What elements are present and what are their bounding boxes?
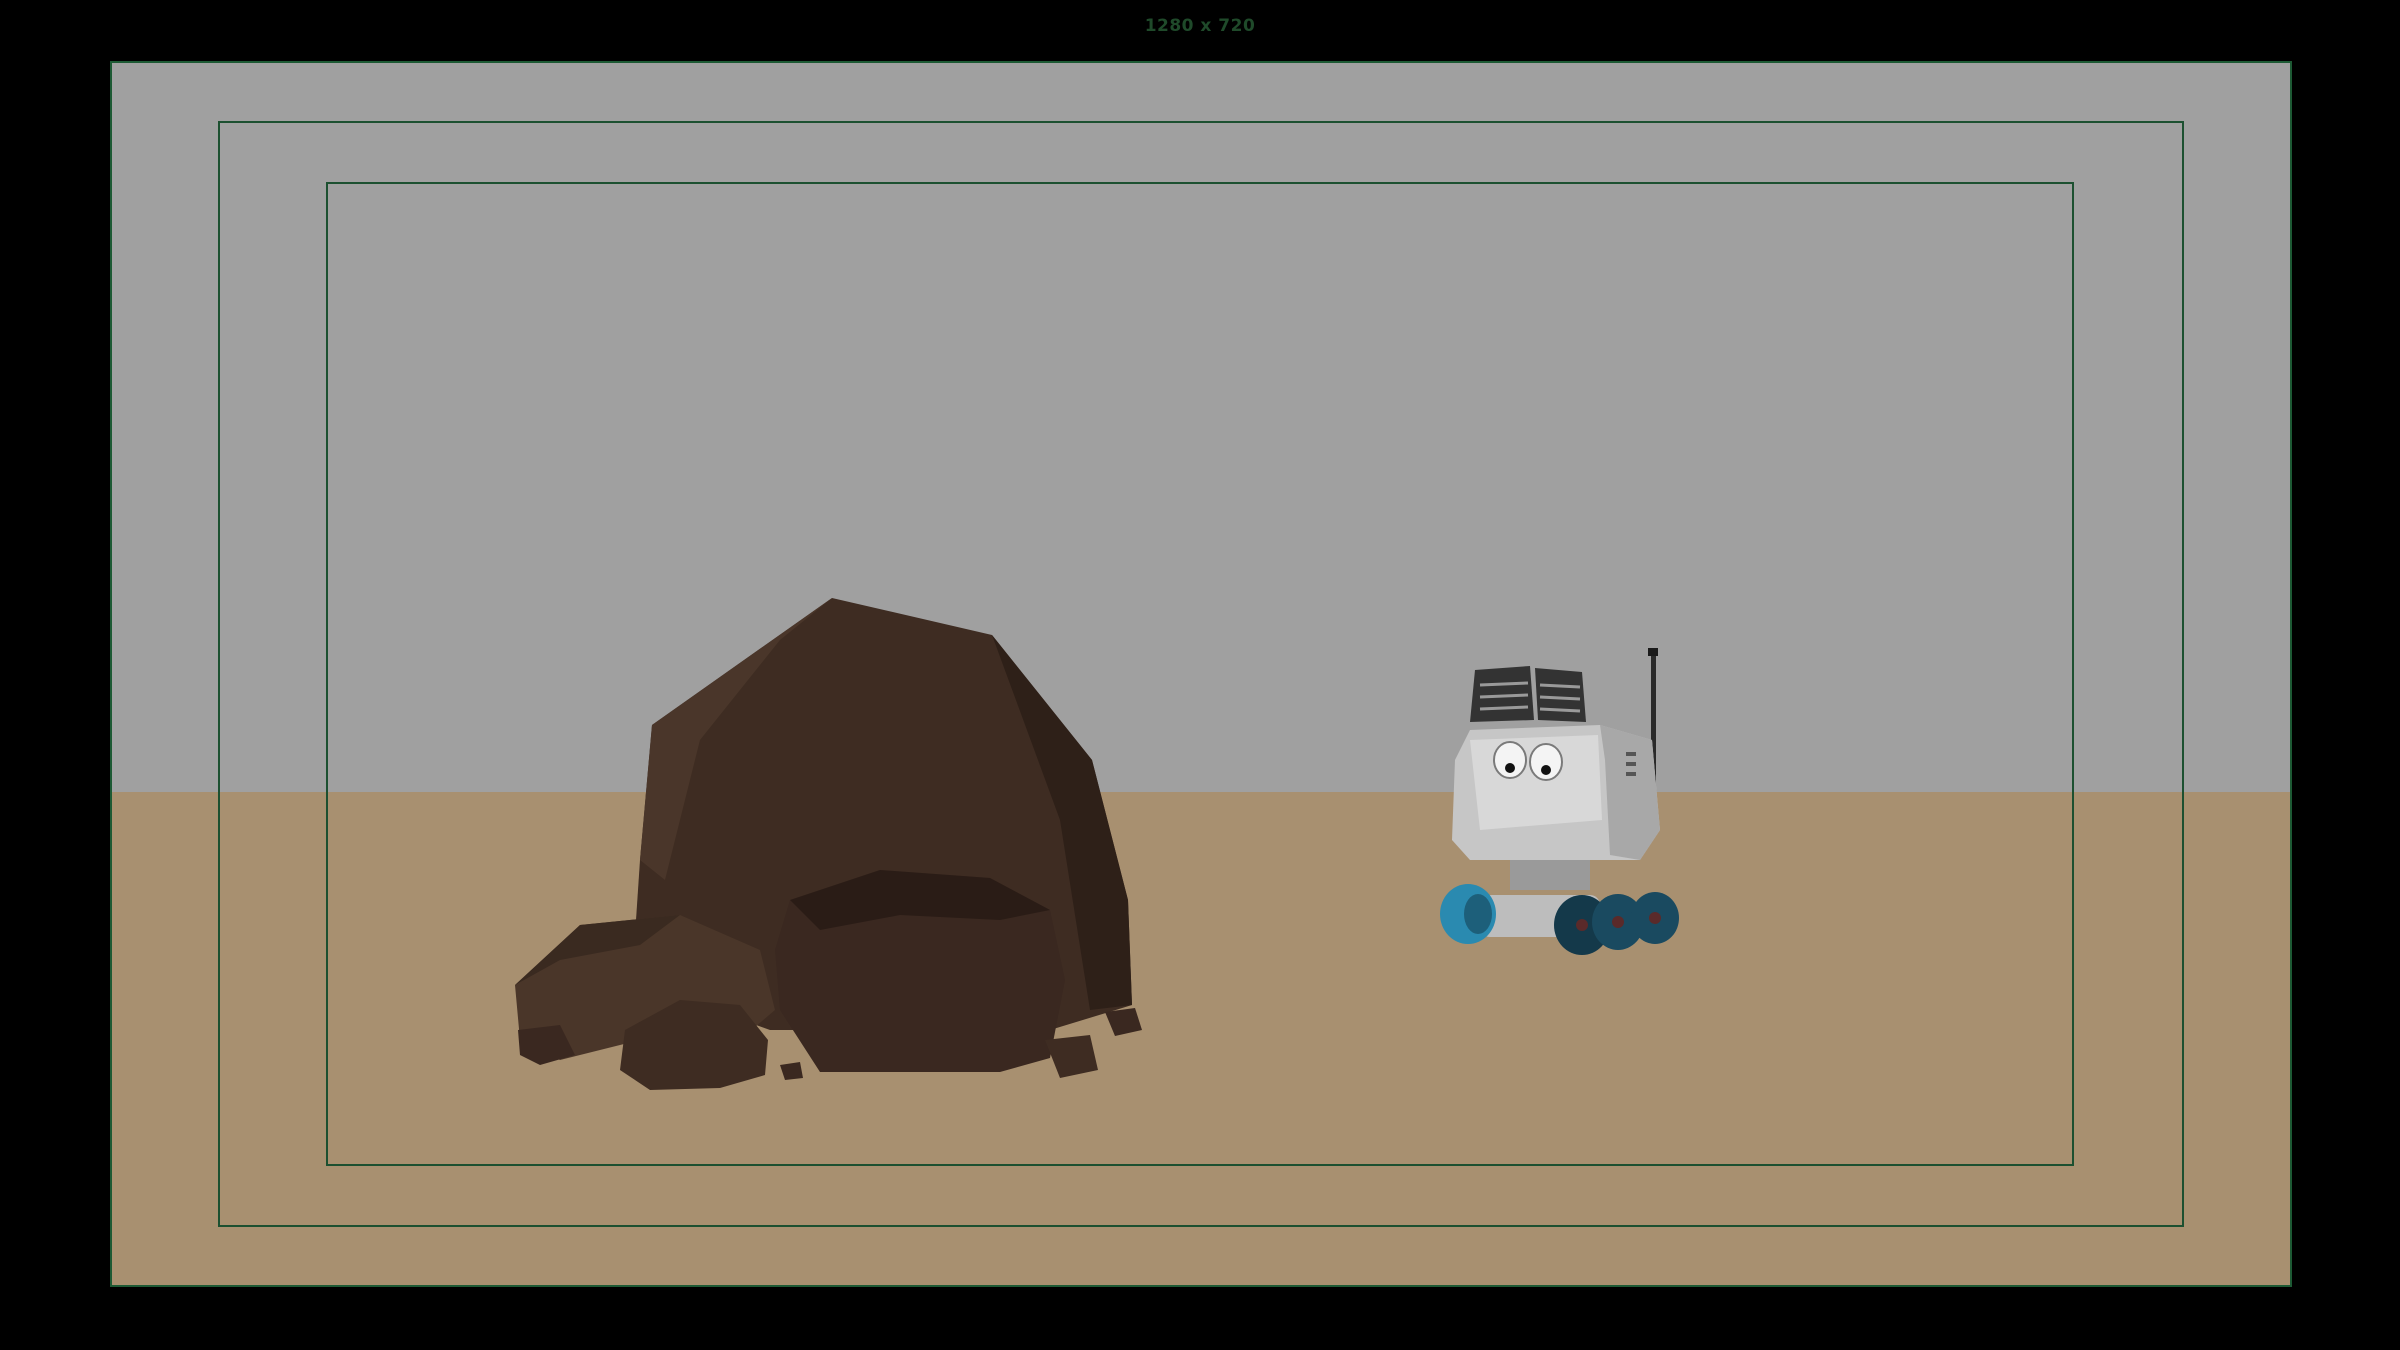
resolution-label: 1280 x 720 [1144, 16, 1256, 36]
robot-right-panel [1535, 668, 1586, 722]
robot-left-pupil [1505, 763, 1515, 773]
robot-antenna-tip [1648, 648, 1658, 656]
robot-side-vents [1626, 752, 1636, 776]
robot-bolt-3 [1649, 912, 1661, 924]
camera-viewport[interactable]: 1280 x 720 [0, 0, 2400, 1350]
robot-bolt-1 [1576, 919, 1588, 931]
sky-background [110, 61, 2292, 792]
robot-left-wheel-hub [1464, 894, 1492, 934]
robot-right-pupil [1541, 765, 1551, 775]
ground-plane [110, 792, 2292, 1287]
robot-neck [1510, 860, 1590, 890]
robot-bolt-2 [1612, 916, 1624, 928]
scene-render[interactable] [0, 0, 2400, 1350]
